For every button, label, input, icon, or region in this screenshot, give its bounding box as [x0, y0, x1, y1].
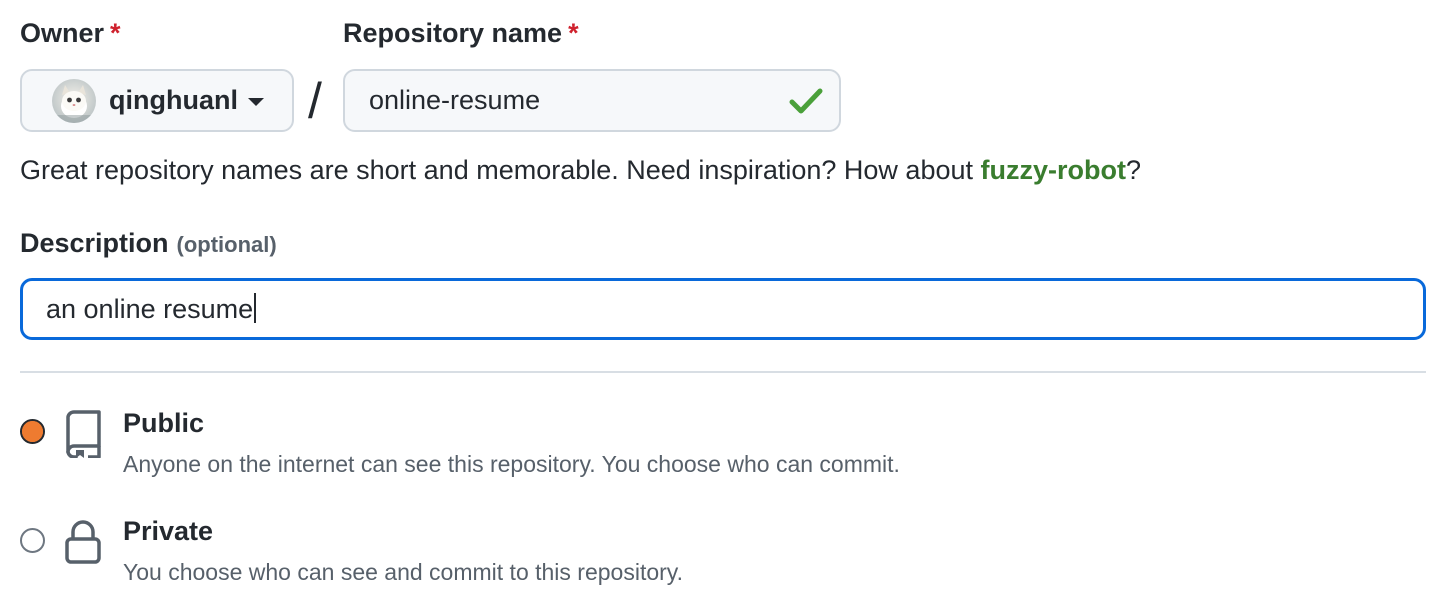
repository-name-input[interactable]: online-resume: [343, 69, 841, 132]
private-radio[interactable]: [20, 528, 45, 553]
repository-name-value: online-resume: [369, 85, 541, 115]
description-label: Description (optional): [20, 228, 277, 259]
description-input[interactable]: an online resume: [20, 278, 1426, 340]
section-divider: [20, 371, 1426, 373]
private-option-description: You choose who can see and commit to thi…: [123, 559, 683, 585]
description-value: an online resume: [46, 293, 254, 324]
repository-name-label: Repository name *: [343, 18, 579, 49]
private-option-title: Private: [123, 516, 214, 546]
owner-select-button[interactable]: qinghuanl: [20, 69, 294, 132]
owner-label-text: Owner: [20, 18, 105, 48]
optional-label: (optional): [176, 232, 277, 257]
repository-required-mark: *: [568, 18, 579, 48]
lock-icon: [64, 519, 104, 570]
owner-name: qinghuanl: [109, 85, 238, 115]
hint-text: Great repository names are short and mem…: [20, 155, 981, 185]
check-icon: [789, 87, 823, 115]
repository-name-label-text: Repository name: [343, 18, 563, 48]
owner-repo-separator: /: [308, 73, 322, 129]
cat-avatar-icon: [52, 78, 96, 123]
owner-label: Owner *: [20, 18, 121, 49]
owner-required-mark: *: [110, 18, 121, 48]
public-option-description: Anyone on the internet can see this repo…: [123, 451, 900, 477]
caret-down-icon: [247, 98, 264, 106]
hint-text-end: ?: [1125, 155, 1141, 185]
description-label-text: Description: [20, 228, 169, 258]
user-avatar: [52, 78, 96, 123]
public-radio[interactable]: [20, 419, 45, 444]
repository-name-hint: Great repository names are short and mem…: [20, 155, 1141, 186]
text-cursor: [254, 292, 257, 323]
repo-icon: [63, 410, 103, 463]
suggested-name-link[interactable]: fuzzy-robot: [981, 155, 1126, 185]
public-option-title: Public: [123, 408, 205, 438]
